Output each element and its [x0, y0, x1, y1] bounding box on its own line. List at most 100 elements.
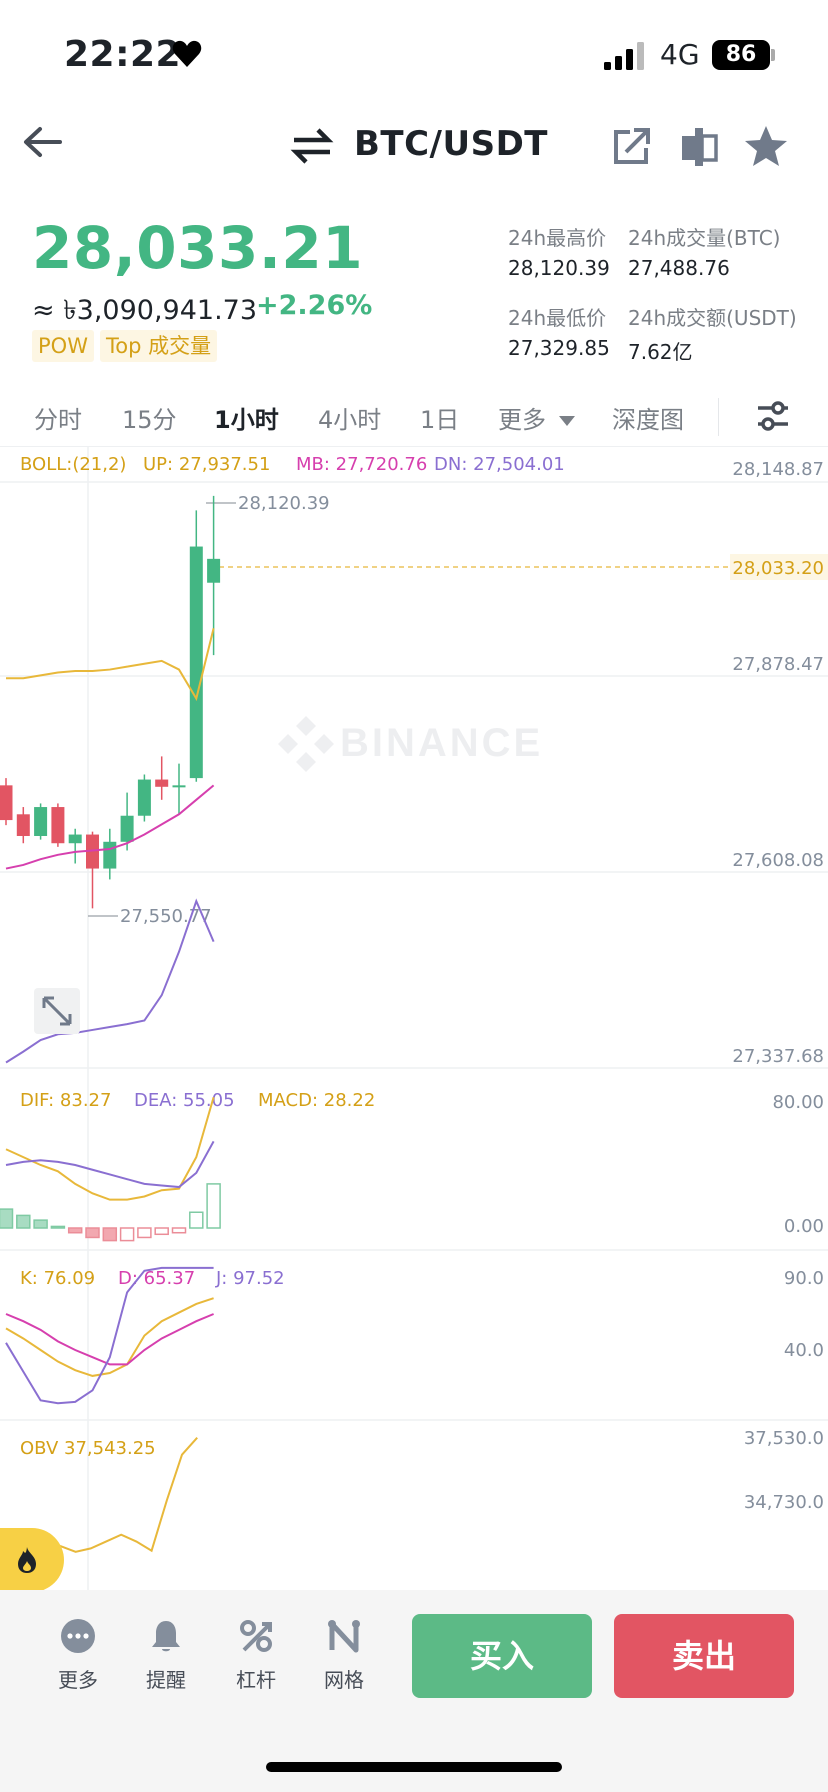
battery-tip [771, 49, 775, 61]
candle-body [16, 814, 30, 836]
low-24h-value: 27,329.85 [508, 336, 610, 360]
share-icon[interactable] [612, 126, 650, 166]
tab-time-sharing[interactable]: 分时 [34, 400, 82, 435]
y-tick: 28,148.87 [732, 459, 824, 480]
candle-body [0, 785, 13, 821]
obv-y-tick: 37,530.0 [744, 1428, 824, 1449]
boll-mb-legend: MB: 27,720.76 [296, 454, 427, 475]
macd-dif-legend: DIF: 83.27 [20, 1090, 111, 1111]
current-price-tag: 28,033.20 [732, 558, 824, 579]
more-label: 更多 [58, 1668, 98, 1692]
kdj-j-legend: J: 97.52 [215, 1268, 285, 1289]
margin-button[interactable]: 杠杆 [224, 1618, 288, 1698]
macd-histogram-bar [189, 1211, 204, 1229]
favorite-star-icon[interactable] [744, 124, 788, 168]
grid-button[interactable]: 网格 [312, 1618, 376, 1698]
macd-histogram-bar [137, 1227, 152, 1239]
network-label: 4G [660, 38, 700, 71]
binance-watermark-logo [278, 716, 334, 772]
last-price: 28,033.21 [32, 214, 364, 282]
kdj-y-tick: 90.0 [784, 1268, 824, 1289]
grid [0, 446, 828, 1590]
y-tick: 27,878.47 [732, 654, 824, 675]
floating-hot-button[interactable] [0, 1528, 64, 1592]
macd-histogram-bar [154, 1227, 169, 1236]
kdj-d-legend: D: 65.37 [118, 1268, 195, 1289]
obv-legend: OBV 37,543.25 [20, 1438, 156, 1459]
margin-label: 杠杆 [236, 1668, 276, 1692]
caret-down-icon [558, 416, 575, 426]
vol-usdt-value: 7.62亿 [628, 340, 693, 364]
macd-histogram-bar [50, 1225, 66, 1229]
buy-button[interactable]: 买入 [412, 1614, 592, 1698]
high-marker: 28,120.39 [238, 493, 330, 514]
price-change-percent: +2.26% [256, 290, 373, 321]
tab-15m[interactable]: 15分 [122, 400, 177, 435]
macd-series [0, 1096, 221, 1242]
y-tick: 27,337.68 [732, 1046, 824, 1067]
candle-body [189, 546, 203, 779]
alert-label: 提醒 [146, 1668, 186, 1692]
macd-histogram-bar [85, 1227, 100, 1239]
low-24h-label: 24h最低价 [508, 306, 607, 330]
tab-1d[interactable]: 1日 [420, 400, 459, 435]
candle-body [51, 807, 65, 844]
battery-indicator: 86 [712, 40, 770, 70]
alert-button[interactable]: 提醒 [134, 1618, 198, 1698]
candle-body [207, 558, 221, 583]
watermark-text: BINANCE [340, 721, 543, 765]
boll-dn-legend: DN: 27,504.01 [434, 454, 565, 475]
signal-icon [604, 42, 644, 70]
back-arrow-icon[interactable] [20, 122, 66, 162]
heart-icon [172, 40, 202, 67]
boll-up-legend: UP: 27,937.51 [143, 454, 270, 475]
macd-histogram-bar [206, 1183, 221, 1229]
percent-icon [240, 1620, 272, 1652]
high-24h-value: 28,120.39 [508, 256, 610, 280]
status-time: 22:22 [64, 34, 182, 75]
candle-body [155, 779, 169, 787]
macd-histogram-bar [16, 1214, 31, 1229]
candle-body [103, 841, 117, 869]
chart-panel-icon[interactable] [680, 126, 718, 168]
expand-icon [34, 988, 80, 1034]
sell-button[interactable]: 卖出 [614, 1614, 794, 1698]
candle-body [68, 834, 82, 844]
more-button[interactable]: 更多 [46, 1618, 110, 1698]
candle-body [172, 785, 186, 788]
macd-y-tick: 80.00 [772, 1092, 824, 1113]
pair-title[interactable]: BTC/USDT [354, 124, 548, 164]
macd-histogram-bar [67, 1227, 83, 1234]
bell-icon [152, 1621, 180, 1652]
tag-top-volume[interactable]: Top 成交量 [100, 330, 218, 362]
macd-histogram-bar [0, 1208, 14, 1229]
tag-pow[interactable]: POW [32, 330, 94, 362]
macd-histogram-bar [119, 1227, 135, 1242]
macd-histogram-bar [171, 1227, 187, 1234]
fire-icon [18, 1547, 36, 1573]
tab-more-label: 更多 [498, 406, 546, 434]
home-indicator [266, 1762, 562, 1772]
macd-dea-legend: DEA: 55.05 [134, 1090, 235, 1111]
kdj-k-legend: K: 76.09 [20, 1268, 95, 1289]
tab-depth[interactable]: 深度图 [612, 400, 684, 435]
tab-1h[interactable]: 1小时 [214, 400, 279, 435]
grid-label: 网格 [324, 1668, 364, 1692]
tab-divider [718, 398, 719, 436]
candle-body [34, 807, 48, 836]
main-y-ticks: 28,148.87 27,878.47 27,608.08 27,337.68 [732, 459, 824, 1067]
vol-usdt-label: 24h成交额(USDT) [628, 306, 797, 330]
obv-y-tick: 34,730.0 [744, 1492, 824, 1513]
vol-btc-value: 27,488.76 [628, 256, 730, 280]
tab-more[interactable]: 更多 [498, 400, 576, 435]
macd-histogram-bar [33, 1219, 48, 1229]
macd-value-legend: MACD: 28.22 [258, 1090, 375, 1111]
macd-y-tick: 0.00 [784, 1216, 824, 1237]
swap-icon[interactable] [290, 126, 334, 166]
fiat-price: ≈ ৳3,090,941.73 [32, 295, 258, 326]
kdj-y-tick: 40.0 [784, 1340, 824, 1361]
kline-chart[interactable]: BINANCE BOLL:(21,2) UP: 27,937.51 MB: 27… [0, 446, 828, 1590]
boll-up-line [6, 628, 215, 702]
tab-4h[interactable]: 4小时 [318, 400, 381, 435]
chart-settings-icon[interactable] [756, 400, 790, 432]
